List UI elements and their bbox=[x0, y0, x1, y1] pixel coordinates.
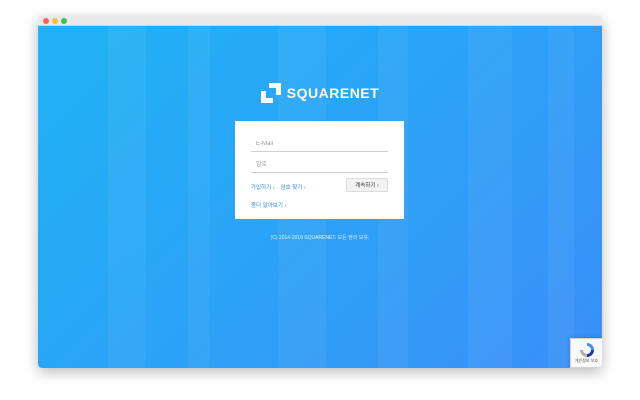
recaptcha-badge[interactable]: 개인정보 보호 bbox=[570, 338, 602, 368]
recaptcha-icon bbox=[580, 343, 594, 357]
close-window-button[interactable] bbox=[43, 18, 49, 24]
learn-more-link[interactable]: 좀더 알아보기 › bbox=[251, 201, 286, 209]
account-links: 가입하기 › 암호 찾기 › bbox=[251, 183, 306, 191]
browser-window: SQUARENET 가입하기 › 암호 찾기 › 계속하기 › 좀더 알아보기 … bbox=[38, 16, 602, 368]
brand-logo: SQUARENET bbox=[38, 83, 602, 103]
login-card: 가입하기 › 암호 찾기 › 계속하기 › 좀더 알아보기 › bbox=[235, 121, 404, 219]
login-page: SQUARENET 가입하기 › 암호 찾기 › 계속하기 › 좀더 알아보기 … bbox=[38, 26, 602, 368]
squarenet-logo-icon bbox=[260, 83, 281, 103]
continue-button[interactable]: 계속하기 › bbox=[346, 178, 388, 192]
find-password-link[interactable]: 암호 찾기 › bbox=[281, 183, 306, 191]
window-titlebar bbox=[38, 16, 602, 26]
copyright-text: (C) 2014-2019 SQUARENET. 모든 권리 보유. bbox=[270, 235, 370, 241]
recaptcha-privacy-label[interactable]: 개인정보 보호 bbox=[571, 358, 602, 364]
minimize-window-button[interactable] bbox=[52, 18, 58, 24]
signup-link[interactable]: 가입하기 › bbox=[251, 183, 275, 191]
brand-name: SQUARENET bbox=[286, 85, 380, 101]
password-field[interactable] bbox=[251, 157, 388, 173]
email-field[interactable] bbox=[251, 136, 388, 152]
maximize-window-button[interactable] bbox=[61, 18, 67, 24]
